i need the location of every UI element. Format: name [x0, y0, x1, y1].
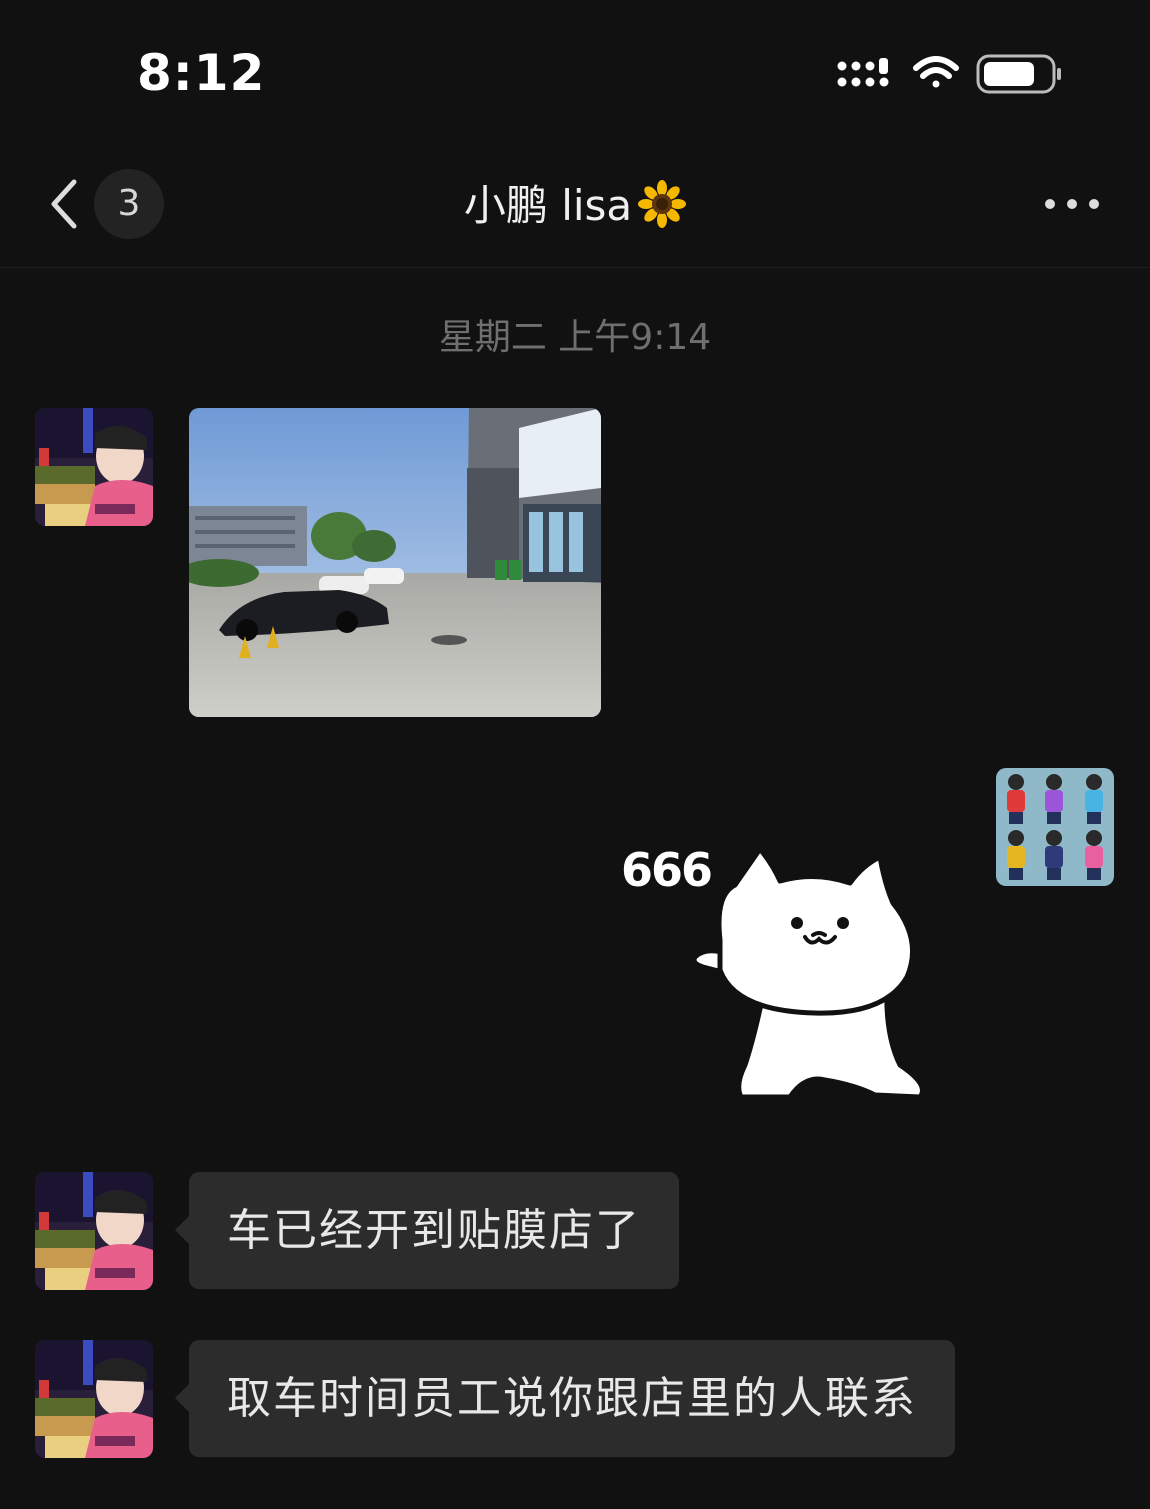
status-time: 8:12 [137, 44, 266, 102]
message-timestamp: 星期二 上午9:14 [438, 317, 712, 358]
self-avatar[interactable] [996, 768, 1114, 886]
text-message-bubble[interactable]: 车已经开到贴膜店了 [175, 1172, 679, 1289]
chat-header: 3 小鹏 lisa [0, 140, 1150, 268]
message-text: 取车时间员工说你跟店里的人联系 [227, 1373, 917, 1424]
contact-avatar[interactable] [35, 1172, 153, 1290]
more-dots-icon[interactable] [1044, 192, 1100, 216]
chat-title: 小鹏 lisa [0, 172, 1150, 233]
text-message-bubble[interactable]: 取车时间员工说你跟店里的人联系 [175, 1340, 955, 1457]
battery-icon [976, 54, 1061, 94]
contact-avatar[interactable] [35, 1340, 153, 1458]
sunflower-icon [638, 180, 687, 228]
wifi-icon [913, 56, 959, 88]
cat-sticker-icon [691, 846, 925, 1100]
chat-screen: 8:12 3 小鹏 lisa 星期二 上午9:14 666 车已经开到贴膜店了 … [0, 0, 1150, 1509]
signal-icon [837, 58, 889, 87]
status-icons [837, 54, 1061, 94]
contact-name: 小鹏 lisa [463, 181, 633, 230]
message-text: 车已经开到贴膜店了 [227, 1205, 641, 1256]
cat-666-sticker[interactable]: 666 [615, 835, 945, 1110]
contact-avatar[interactable] [35, 408, 153, 526]
photo-message[interactable] [189, 408, 601, 717]
